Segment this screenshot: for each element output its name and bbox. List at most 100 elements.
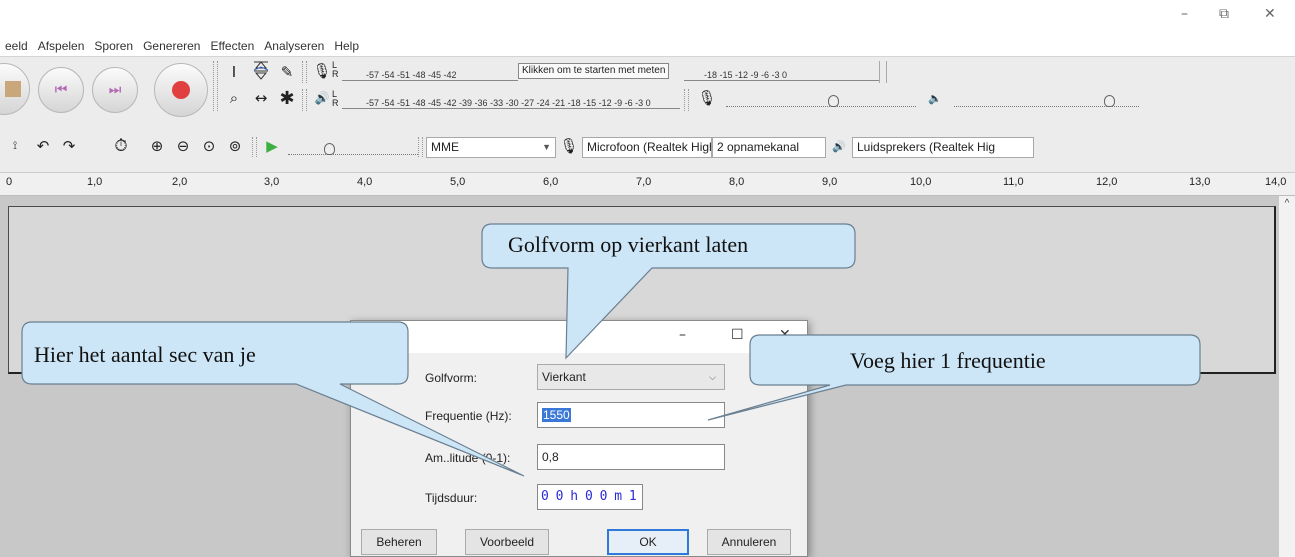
meter-divider [879,61,887,83]
playback-volume-slider[interactable] [954,93,1139,107]
cancel-button[interactable]: Annuleren [707,529,791,555]
frequency-input[interactable]: 1550 [537,402,725,428]
waveform-label: Golfvorm: [425,371,478,385]
speaker-icon[interactable]: 🔊 [311,87,333,109]
dialog-titlebar[interactable]: – ☐ ✕ [351,321,807,353]
menu-help[interactable]: Help [329,36,364,56]
record-volume-icon: 🎙 [697,89,717,107]
speaker-icon: 🔊 [832,139,846,153]
play-speed-grip[interactable] [252,137,257,157]
manage-button[interactable]: Beheren [361,529,437,555]
selection-tool-icon[interactable]: I [223,61,245,83]
toolbar-area: ⏮ ⏭ I ✎ ⌕ ↔ ✱ 🎙 L R -57 -54 -51 -48 -45 … [0,56,1295,172]
ruler-label: 6,0 [543,176,559,188]
close-window-button[interactable]: ✕ [1264,6,1276,22]
menu-bar: eeld Afspelen Sporen Genereren Effecten … [0,36,364,56]
amplitude-label: Am..litude (0-1): [425,451,511,465]
device-grip[interactable] [418,137,423,157]
ruler-label: 13,0 [1189,176,1211,188]
multi-tool-icon[interactable]: ✱ [276,87,298,109]
frequency-label: Frequentie (Hz): [425,409,512,423]
timeline-ruler[interactable]: 0 1,0 2,0 3,0 4,0 5,0 6,0 7,0 8,0 9,0 10… [0,172,1295,196]
fit-selection-icon[interactable]: ⊙ [198,135,220,157]
minimize-window-button[interactable]: – [1181,6,1188,22]
menu-generate[interactable]: Genereren [138,36,205,56]
playback-volume-icon: 🔈 [928,91,942,105]
mixer-grip[interactable] [684,89,689,111]
timeshift-tool-icon[interactable]: ↔ [250,87,272,109]
duration-input[interactable]: 0 0 h 0 0 m 1 5 . 0 0 0 s▾ [537,484,643,510]
ruler-label: 5,0 [450,176,466,188]
ruler-label: 4,0 [357,176,373,188]
dialog-maximize-button[interactable]: ☐ [731,327,744,343]
ok-button[interactable]: OK [607,529,689,555]
playback-scale-text: -57 -54 -51 -48 -45 -42 -39 -36 -33 -30 … [366,98,651,108]
record-meter-scale[interactable]: -57 -54 -51 -48 -45 -42 [342,59,518,81]
playback-device-select[interactable]: Luidsprekers (Realtek Hig [852,137,1034,158]
slider-knob[interactable] [1104,95,1115,107]
ruler-label: 12,0 [1096,176,1118,188]
play-at-speed-icon[interactable]: ▶ [261,135,283,157]
record-icon [172,81,190,99]
redo-icon[interactable]: ↷ [58,135,80,157]
chevron-up-icon[interactable]: ^ [1285,198,1290,209]
record-meter-start-button[interactable]: Klikken om te starten met meten [518,63,670,79]
chevron-down-icon: ▼ [542,142,551,152]
preview-button[interactable]: Voorbeeld [465,529,549,555]
zoom-tool-icon[interactable]: ⌕ [223,87,245,109]
host-value: MME [431,140,459,154]
slider-knob[interactable] [828,95,839,107]
record-volume-slider[interactable] [726,93,916,107]
draw-tool-icon[interactable]: ✎ [276,61,298,83]
ruler-label: 1,0 [87,176,103,188]
play-speed-slider[interactable] [288,141,418,155]
zoom-in-icon[interactable]: ⊕ [146,135,168,157]
meter-grip[interactable] [302,61,307,83]
waveform-select[interactable]: Vierkant ⌵ [537,364,725,390]
callout-waveform-text: Golfvorm op vierkant laten [508,232,749,257]
microphone-icon[interactable]: 🎙 [311,60,333,82]
ruler-label: 0 [6,176,13,188]
ruler-label: 9,0 [822,176,838,188]
ruler-label: 2,0 [172,176,188,188]
restore-window-button[interactable]: ⧉ [1219,6,1229,22]
envelope-tool-icon[interactable] [250,59,272,81]
amplitude-input[interactable]: 0,8 [537,444,725,470]
record-button[interactable] [154,63,208,117]
skip-to-end-button[interactable]: ⏭ [92,67,138,113]
timer-icon[interactable]: ⏱ [110,135,132,157]
channels-value: 2 opnamekanal [717,140,800,154]
menu-transport[interactable]: Afspelen [33,36,90,56]
undo-icon[interactable]: ↶ [32,135,54,157]
duration-label: Tijdsduur: [425,491,478,505]
slider-knob[interactable] [324,143,335,155]
dialog-minimize-button[interactable]: – [679,327,686,343]
ruler-label: 11,0 [1003,176,1024,188]
recording-device-select[interactable]: Microfoon (Realtek High I [582,137,712,158]
dialog-close-button[interactable]: ✕ [779,327,791,343]
frequency-value: 1550 [542,408,571,422]
lr-label: L R [332,89,339,108]
meter-grip[interactable] [302,89,307,111]
menu-tracks[interactable]: Sporen [89,36,138,56]
stop-button[interactable] [0,63,30,115]
callout-duration-text: Hier het aantal sec van je [34,342,256,367]
host-select[interactable]: MME ▼ [426,137,556,158]
toolbar-grip[interactable] [213,61,218,111]
ruler-label: 10,0 [910,176,932,188]
playback-meter-scale[interactable]: -57 -54 -51 -48 -45 -42 -39 -36 -33 -30 … [342,87,680,109]
menu-view[interactable]: eeld [0,36,33,56]
skip-end-icon: ⏭ [108,82,122,98]
record-meter-scale-tail[interactable]: -18 -15 -12 -9 -6 -3 0 [684,59,879,81]
channels-select[interactable]: 2 opnamekanal [712,137,826,158]
vertical-scrollbar[interactable]: ^ [1279,196,1295,557]
menu-analyze[interactable]: Analyseren [259,36,329,56]
recording-device-value: Microfoon (Realtek High I [587,140,712,154]
menu-effects[interactable]: Effecten [205,36,259,56]
skip-to-start-button[interactable]: ⏮ [38,67,84,113]
lr-label: L R [332,60,339,79]
fit-project-icon[interactable]: ⊚ [224,135,246,157]
tone-generator-dialog: – ☐ ✕ Golfvorm: Vierkant ⌵ Frequentie (H… [350,320,808,557]
record-scale-text: -57 -54 -51 -48 -45 -42 [366,70,457,80]
zoom-out-icon[interactable]: ⊖ [172,135,194,157]
